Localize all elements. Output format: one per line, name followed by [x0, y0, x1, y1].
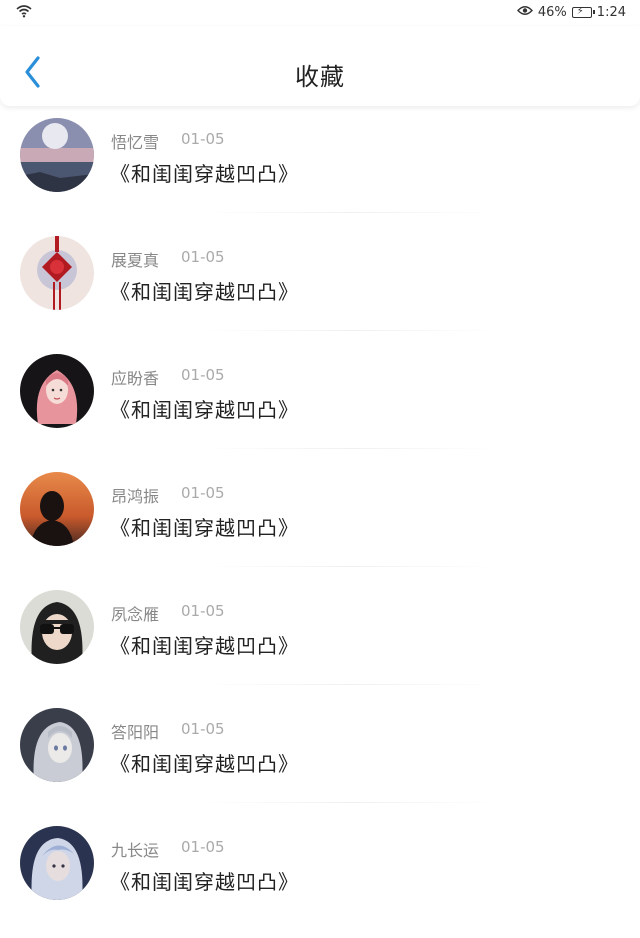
status-bar: 46% ⚡ 1:24	[0, 0, 640, 26]
post-date: 01-05	[181, 602, 225, 620]
divider	[200, 566, 500, 567]
post-date: 01-05	[181, 838, 225, 856]
author-name: 答阳阳	[111, 723, 160, 742]
anime-character-avatar-icon	[20, 708, 94, 782]
divider	[200, 684, 500, 685]
battery-icon: ⚡	[571, 6, 595, 18]
pink-hair-girl-avatar-icon	[20, 354, 94, 428]
story-title[interactable]: 《和闺闺穿越凹凸》	[110, 866, 299, 895]
list-item[interactable]: 昂鸿振 01-05 《和闺闺穿越凹凸》	[0, 466, 640, 584]
wifi-icon	[16, 4, 32, 22]
avatar	[20, 354, 94, 428]
list-item[interactable]: 答阳阳 01-05 《和闺闺穿越凹凸》	[0, 702, 640, 820]
sunglasses-girl-avatar-icon	[20, 590, 94, 664]
sunset-silhouette-avatar-icon	[20, 472, 94, 546]
avatar	[20, 236, 94, 310]
moon-lake-avatar-icon	[20, 118, 94, 192]
divider	[200, 448, 500, 449]
post-date: 01-05	[181, 366, 225, 384]
list-item[interactable]: 夙念雁 01-05 《和闺闺穿越凹凸》	[0, 584, 640, 702]
favorites-list: 悟忆雪 01-05 《和闺闺穿越凹凸》 展夏真 01-05 《和闺闺穿越凹凸》	[0, 112, 640, 938]
post-date: 01-05	[181, 720, 225, 738]
author-name: 展夏真	[111, 251, 160, 270]
list-item[interactable]: 展夏真 01-05 《和闺闺穿越凹凸》	[0, 230, 640, 348]
status-time: 1:24	[596, 5, 626, 20]
chinese-knot-avatar-icon	[20, 236, 94, 310]
divider	[200, 212, 500, 213]
story-title[interactable]: 《和闺闺穿越凹凸》	[110, 276, 299, 305]
avatar	[20, 118, 94, 192]
post-date: 01-05	[181, 484, 225, 502]
story-title[interactable]: 《和闺闺穿越凹凸》	[110, 630, 299, 659]
blue-hair-character-avatar-icon	[20, 826, 94, 900]
header-bar: 收藏	[0, 26, 640, 106]
page-title: 收藏	[295, 63, 345, 91]
avatar	[20, 708, 94, 782]
avatar	[20, 590, 94, 664]
author-name: 悟忆雪	[111, 133, 160, 152]
story-title[interactable]: 《和闺闺穿越凹凸》	[110, 394, 299, 423]
list-item[interactable]: 九长运 01-05 《和闺闺穿越凹凸》	[0, 820, 640, 938]
eye-icon	[516, 5, 533, 20]
story-title[interactable]: 《和闺闺穿越凹凸》	[110, 512, 299, 541]
divider	[200, 802, 500, 803]
list-item[interactable]: 应盼香 01-05 《和闺闺穿越凹凸》	[0, 348, 640, 466]
post-date: 01-05	[181, 248, 225, 266]
author-name: 应盼香	[111, 369, 160, 388]
author-name: 夙念雁	[111, 605, 160, 624]
post-date: 01-05	[181, 130, 225, 148]
story-title[interactable]: 《和闺闺穿越凹凸》	[110, 748, 299, 777]
list-item[interactable]: 悟忆雪 01-05 《和闺闺穿越凹凸》	[0, 112, 640, 230]
author-name: 九长运	[111, 841, 160, 860]
battery-percent: 46%	[537, 5, 567, 20]
author-name: 昂鸿振	[111, 487, 160, 506]
avatar	[20, 826, 94, 900]
story-title[interactable]: 《和闺闺穿越凹凸》	[110, 158, 299, 187]
divider	[200, 330, 500, 331]
avatar	[20, 472, 94, 546]
